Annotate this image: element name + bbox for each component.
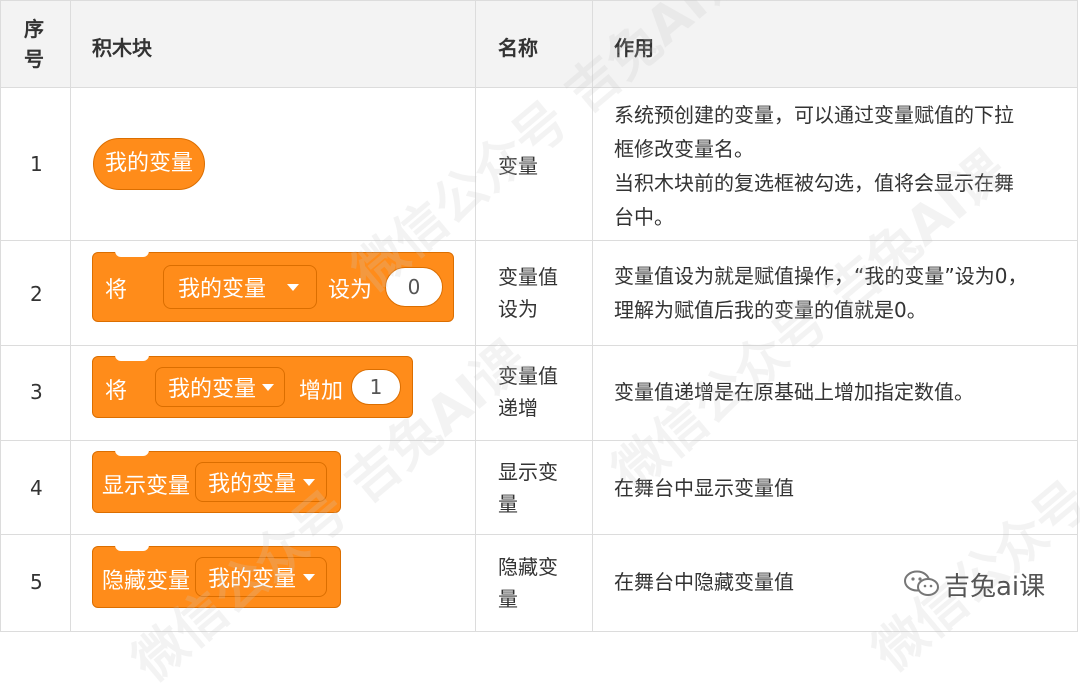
chevron-down-icon: [303, 479, 315, 486]
value-input[interactable]: 1: [351, 369, 401, 405]
chevron-down-icon: [303, 574, 315, 581]
row3-index: 3: [30, 380, 43, 404]
row1-desc: 系统预创建的变量，可以通过变量赋值的下拉 框修改变量名。 当积木块前的复选框被勾…: [614, 98, 1064, 234]
row4-index: 4: [30, 476, 43, 500]
block-notch: [115, 545, 149, 551]
row1-desc-line3: 当积木块前的复选框被勾选，值将会显示在舞: [614, 171, 1014, 195]
row5-name-line1: 隐藏变: [498, 555, 558, 579]
dropdown-value: 我的变量: [168, 377, 257, 402]
show-prefix-label: 显示变量: [102, 474, 191, 499]
row1-index: 1: [30, 152, 43, 176]
variable-dropdown[interactable]: 我的变量: [163, 265, 317, 309]
row3-name: 变量值 递增: [498, 360, 558, 424]
row4-name-line2: 量: [498, 492, 518, 516]
row3-desc-line1: 变量值递增是在原基础上增加指定数值。: [614, 380, 974, 404]
hide-variable-block[interactable]: 隐藏变量 我的变量: [92, 545, 341, 608]
set-middle-label: 设为: [328, 278, 373, 303]
row2-name-line1: 变量值: [498, 265, 558, 289]
variable-dropdown[interactable]: 我的变量: [195, 557, 327, 597]
wechat-icon: [904, 570, 939, 596]
block-notch: [115, 251, 149, 257]
row2-name-line2: 设为: [498, 297, 538, 321]
row5-index: 5: [30, 570, 43, 594]
chevron-down-icon: [262, 384, 274, 391]
row1-desc-line1: 系统预创建的变量，可以通过变量赋值的下拉: [614, 103, 1014, 127]
row4-name: 显示变 量: [498, 456, 558, 520]
row2-desc: 变量值设为就是赋值操作，“我的变量”设为0， 理解为赋值后我的变量的值就是0。: [614, 259, 1074, 327]
block-notch: [115, 450, 149, 456]
value-input[interactable]: 0: [385, 267, 443, 307]
variable-dropdown[interactable]: 我的变量: [155, 367, 285, 407]
header-block: 积木块: [92, 36, 152, 60]
row2-name: 变量值 设为: [498, 261, 558, 325]
block-notch: [115, 355, 149, 361]
chevron-down-icon: [287, 284, 299, 291]
row3-name-line2: 递增: [498, 396, 538, 420]
row2-index: 2: [30, 282, 43, 306]
show-variable-block[interactable]: 显示变量 我的变量: [92, 450, 341, 513]
header-cell-desc: [593, 0, 1078, 88]
row1-desc-line4: 台中。: [614, 205, 674, 229]
dropdown-value: 我的变量: [178, 277, 267, 302]
reporter-label: 我的变量: [104, 151, 193, 176]
variable-dropdown[interactable]: 我的变量: [195, 462, 327, 502]
row5-name: 隐藏变 量: [498, 551, 558, 615]
account-signature: 吉兔ai课: [944, 572, 1046, 602]
my-variable-reporter-block[interactable]: 我的变量: [93, 138, 205, 190]
dropdown-value: 我的变量: [208, 567, 297, 592]
row4-desc-line1: 在舞台中显示变量值: [614, 476, 794, 500]
row5-name-line2: 量: [498, 587, 518, 611]
dropdown-value: 我的变量: [208, 472, 297, 497]
row4-desc: 在舞台中显示变量值: [614, 471, 1074, 505]
row3-desc: 变量值递增是在原基础上增加指定数值。: [614, 375, 1074, 409]
row4-name-line1: 显示变: [498, 460, 558, 484]
change-variable-block[interactable]: 将 我的变量 增加 1: [92, 355, 413, 418]
change-prefix-label: 将: [105, 379, 128, 404]
hide-prefix-label: 隐藏变量: [102, 569, 191, 594]
header-index: 序号: [24, 17, 44, 71]
header-name: 名称: [498, 36, 538, 60]
row1-name: 变量: [498, 154, 538, 178]
set-prefix-label: 将: [105, 278, 128, 303]
row3-name-line1: 变量值: [498, 364, 558, 388]
row2-desc-line1: 变量值设为就是赋值操作，“我的变量”设为0，: [614, 264, 1028, 288]
set-variable-block[interactable]: 将 我的变量 设为 0: [92, 251, 454, 322]
row2-desc-line2: 理解为赋值后我的变量的值就是0。: [614, 298, 927, 322]
row1-desc-line2: 框修改变量名。: [614, 137, 754, 161]
header-desc: 作用: [614, 36, 654, 60]
change-middle-label: 增加: [299, 379, 344, 404]
variables-table: 序号 积木块 名称 作用 1 我的变量 变量 系统预创建的变量，可以通过变量赋值…: [0, 0, 1080, 634]
